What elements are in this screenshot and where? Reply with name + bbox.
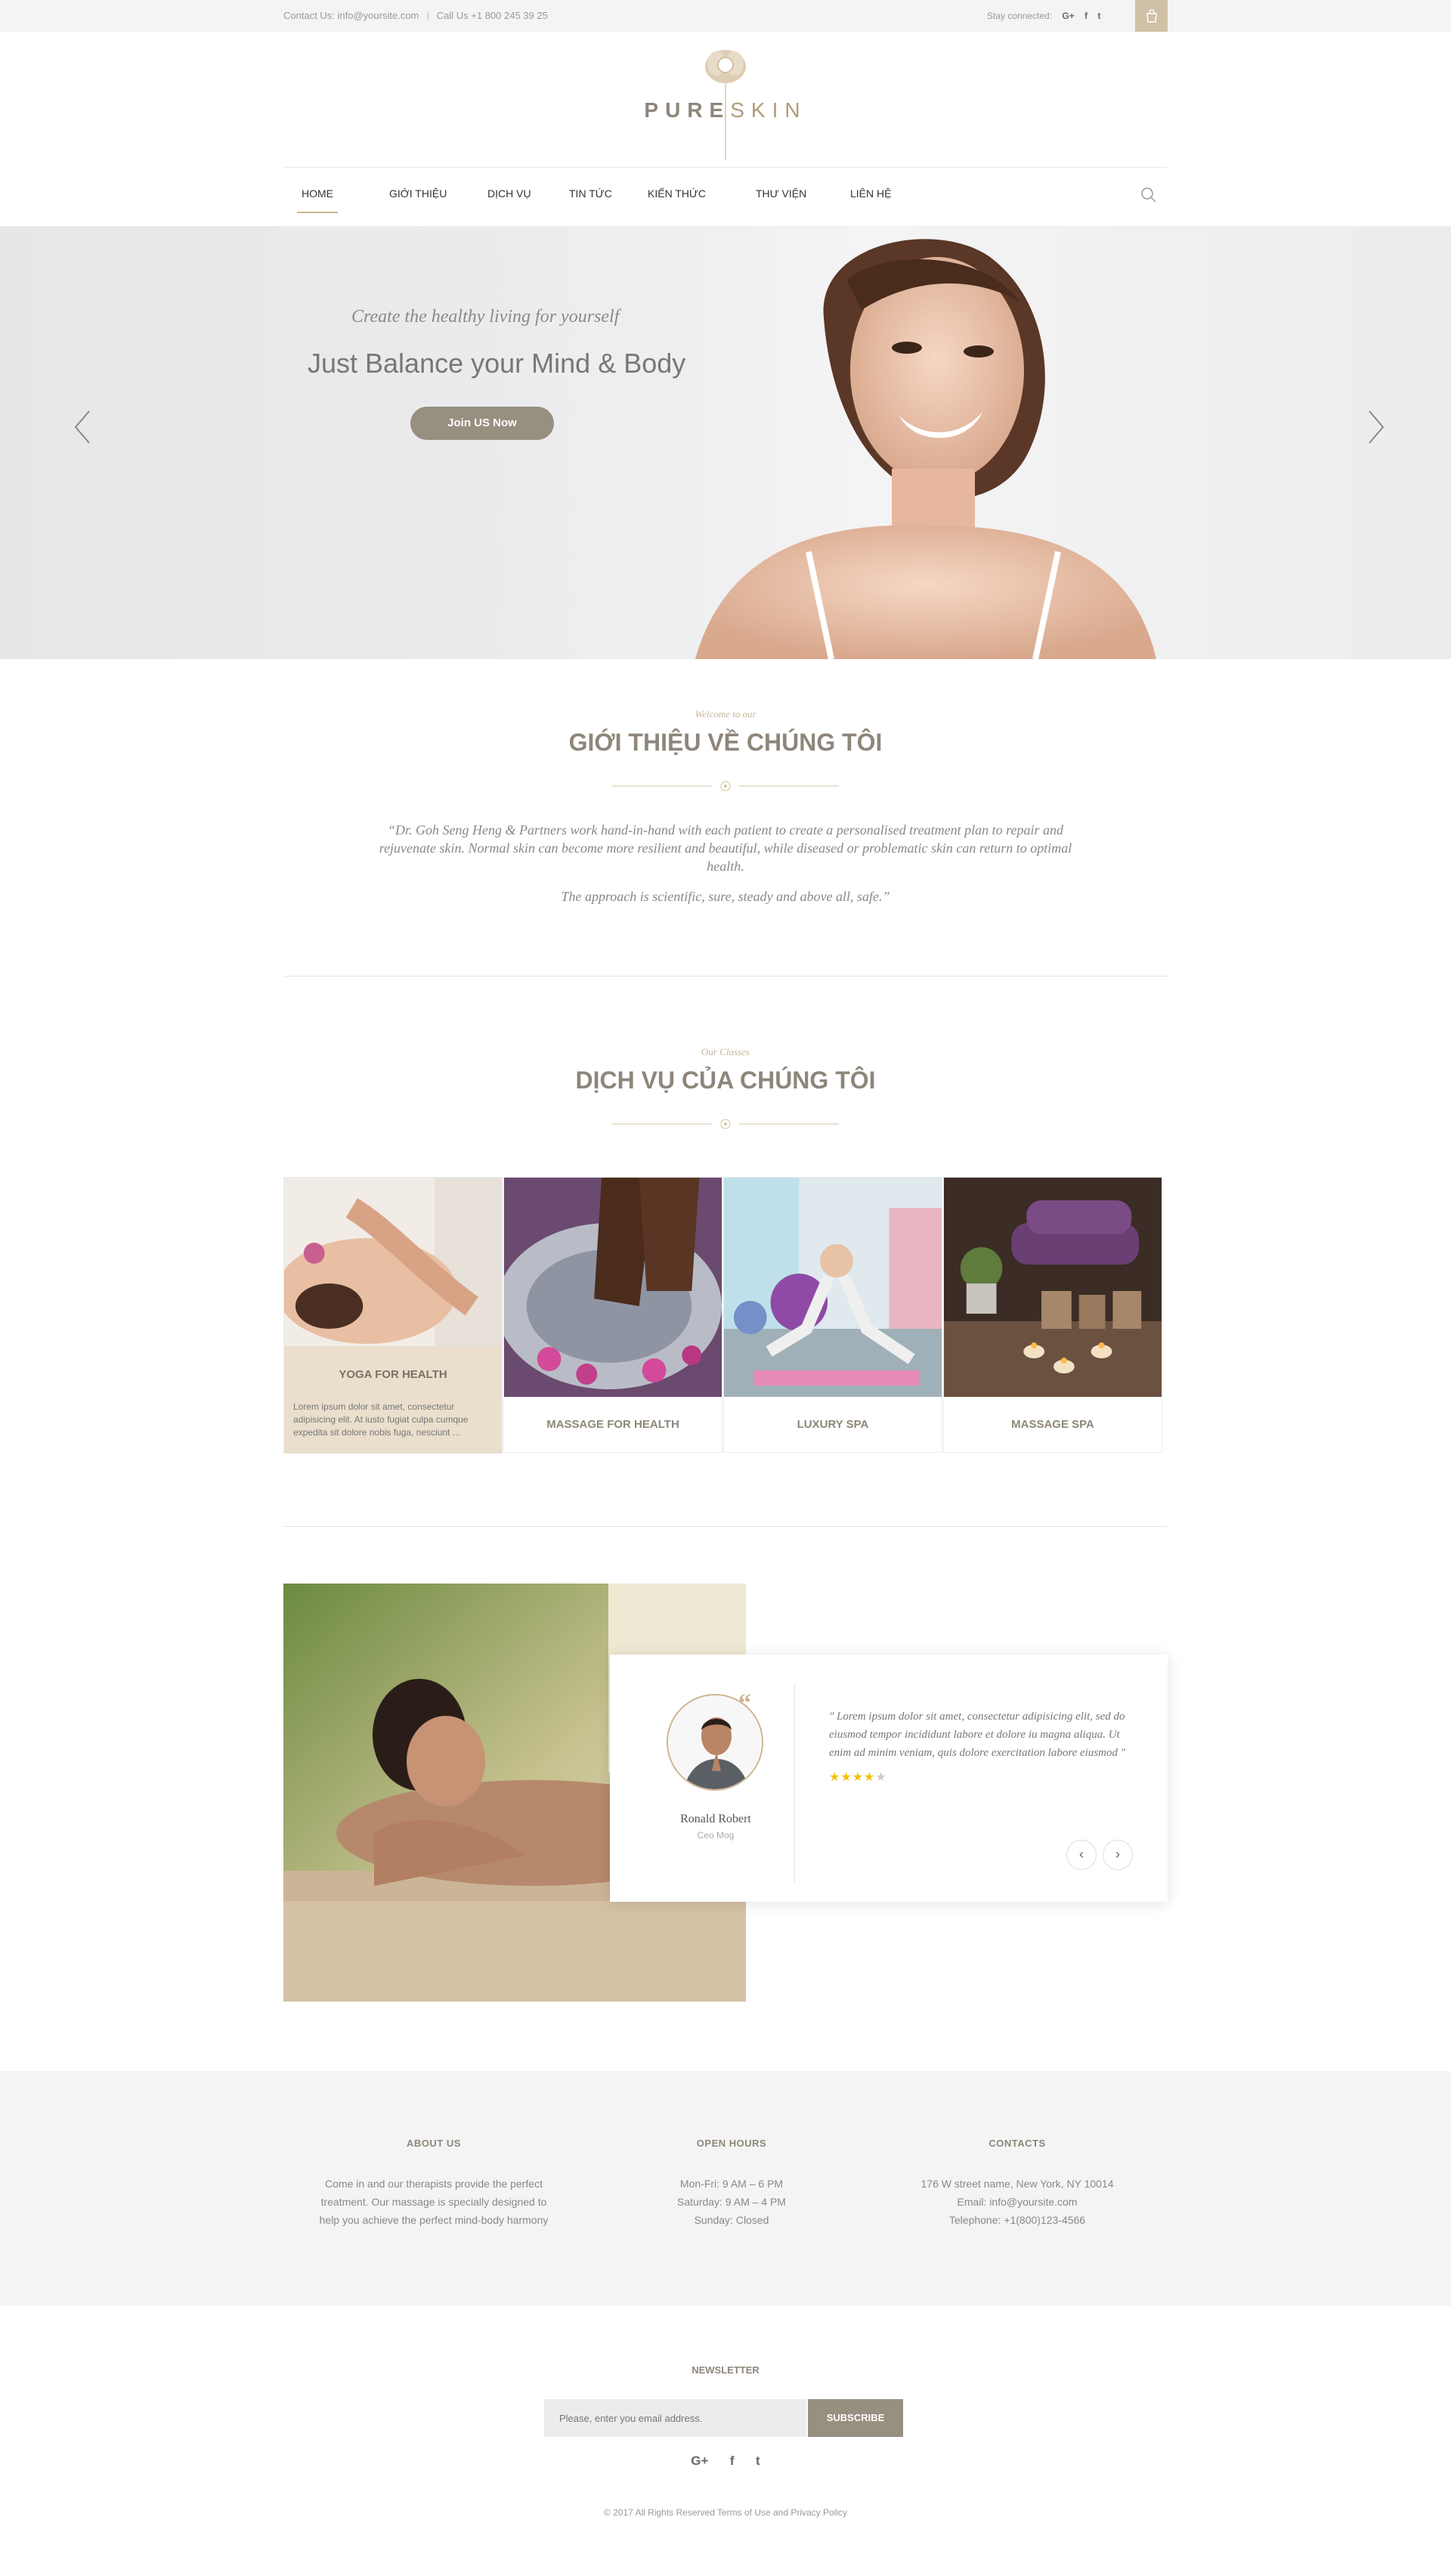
service-card-luxury-spa[interactable]: LUXURY SPA bbox=[723, 1177, 942, 1453]
rating-stars: ★★★★★ bbox=[829, 1769, 887, 1785]
nav-dich-vu[interactable]: DỊCH VỤ bbox=[487, 187, 531, 200]
section-divider bbox=[283, 976, 1168, 977]
star-empty-icon: ★ bbox=[875, 1771, 887, 1784]
footer-hours-line: Sunday: Closed bbox=[694, 2214, 769, 2226]
service-name: MASSAGE SPA bbox=[1011, 1418, 1094, 1431]
about-quote-2: The approach is scientific, sure, steady… bbox=[561, 889, 890, 904]
topbar-contact: Contact Us: info@yoursite.com | Call Us +1… bbox=[283, 10, 548, 21]
footer-about: ABOUT US Come in and our therapists prov… bbox=[305, 2138, 562, 2229]
newsletter-email-input[interactable] bbox=[544, 2399, 806, 2437]
contact-phone[interactable]: Call Us +1 800 245 39 25 bbox=[437, 10, 548, 21]
logo-skin: SKIN bbox=[730, 98, 807, 122]
about-title: GIỚI THIỆU VỀ CHÚNG TÔI bbox=[568, 729, 883, 756]
footer-info: ABOUT US Come in and our therapists prov… bbox=[0, 2071, 1451, 2305]
service-card-yoga[interactable]: YOGA FOR HEALTH Lorem ipsum dolor sit am… bbox=[283, 1177, 503, 1454]
contact-email[interactable]: Contact Us: info@yoursite.com bbox=[283, 10, 419, 21]
nav-lien-he[interactable]: LIÊN HỆ bbox=[850, 187, 891, 200]
testimonial-card: “ Ronald Robert Ceo Mog " Lorem ipsum do… bbox=[610, 1655, 1168, 1902]
footer-about-line: Come in and our therapists provide the p… bbox=[325, 2178, 543, 2190]
footer-hours: OPEN HOURS Mon-Fri: 9 AM – 6 PM Saturday… bbox=[603, 2138, 860, 2229]
chevron-right-icon: › bbox=[1115, 1847, 1120, 1862]
service-name: YOGA FOR HEALTH bbox=[339, 1368, 447, 1381]
star-filled-icon: ★ bbox=[852, 1771, 865, 1784]
nav-gioi-thieu[interactable]: GIỚI THIỆU bbox=[389, 187, 447, 200]
newsletter-title: NEWSLETTER bbox=[691, 2364, 760, 2376]
footer-email[interactable]: Email: info@yoursite.com bbox=[889, 2193, 1146, 2211]
twitter-icon[interactable]: t bbox=[756, 2454, 760, 2469]
quote-icon: “ bbox=[738, 1689, 751, 1717]
logo-pure: PURE bbox=[644, 98, 731, 122]
google-plus-icon[interactable]: G+ bbox=[691, 2454, 708, 2469]
facebook-icon[interactable]: f bbox=[1084, 0, 1087, 32]
reviewer-name: Ronald Robert bbox=[680, 1813, 751, 1825]
hero-title: Just Balance your Mind & Body bbox=[308, 348, 686, 379]
copyright: © 2017 All Rights Reserved Terms of Use … bbox=[603, 2507, 848, 2518]
testimonial-divider bbox=[794, 1685, 795, 1883]
footer-hours-line: Mon-Fri: 9 AM – 6 PM bbox=[679, 2178, 784, 2190]
testimonial-text: " Lorem ipsum dolor sit amet, consectetu… bbox=[829, 1711, 1126, 1759]
site-logo[interactable]: PURESKIN bbox=[0, 47, 1451, 160]
subscribe-button[interactable]: SUBSCRIBE bbox=[808, 2399, 903, 2437]
nav-home[interactable]: HOME bbox=[297, 187, 338, 213]
about-eyebrow: Welcome to our bbox=[695, 708, 756, 720]
chevron-right-icon[interactable] bbox=[1366, 408, 1386, 446]
shopping-bag-icon bbox=[1146, 9, 1157, 23]
footer-about-line: help you achieve the perfect mind-body h… bbox=[319, 2214, 549, 2226]
hero-slider: Create the healthy living for yourself J… bbox=[0, 227, 1451, 659]
top-bar: Contact Us: info@yoursite.com | Call Us +1… bbox=[0, 0, 1451, 32]
flower-divider-icon bbox=[612, 781, 839, 791]
star-filled-icon: ★ bbox=[829, 1771, 841, 1784]
footer-about-title: ABOUT US bbox=[407, 2138, 461, 2149]
next-testimonial-button[interactable]: › bbox=[1103, 1840, 1133, 1870]
footer-contacts-title: CONTACTS bbox=[988, 2138, 1046, 2149]
star-filled-icon: ★ bbox=[864, 1771, 876, 1784]
hero-woman-image bbox=[529, 227, 1179, 659]
hero-subtitle: Create the healthy living for yourself bbox=[351, 307, 620, 327]
service-luxury-spa-image bbox=[724, 1178, 942, 1397]
twitter-icon[interactable]: t bbox=[1097, 0, 1100, 32]
chevron-left-icon[interactable] bbox=[73, 408, 92, 446]
footer-hours-line: Saturday: 9 AM – 4 PM bbox=[677, 2196, 786, 2208]
footer-social: G+ f t bbox=[0, 2454, 1451, 2469]
footer-contacts: CONTACTS 176 W street name, New York, NY… bbox=[889, 2138, 1146, 2229]
service-card-massage-spa[interactable]: MASSAGE SPA bbox=[943, 1177, 1162, 1453]
search-icon[interactable] bbox=[1140, 186, 1158, 204]
flower-divider-icon bbox=[612, 1119, 839, 1129]
services-eyebrow: Our Classes bbox=[701, 1046, 750, 1057]
reviewer-role: Ceo Mog bbox=[697, 1830, 735, 1841]
chevron-left-icon: ‹ bbox=[1079, 1847, 1084, 1862]
cart-button[interactable] bbox=[1135, 0, 1168, 32]
nav-tin-tuc[interactable]: TIN TỨC bbox=[569, 187, 612, 200]
footer-hours-title: OPEN HOURS bbox=[696, 2138, 767, 2149]
nav-thu-vien[interactable]: THƯ VIỆN bbox=[756, 187, 806, 200]
logo-wordmark: PURESKIN bbox=[0, 98, 1451, 122]
nav-kien-thuc[interactable]: KIẾN THỨC bbox=[648, 187, 706, 200]
footer-telephone[interactable]: Telephone: +1(800)123-4566 bbox=[889, 2211, 1146, 2229]
footer-address: 176 W street name, New York, NY 10014 bbox=[920, 2178, 1114, 2190]
topbar-social: Stay connected: G+ f t bbox=[987, 0, 1100, 32]
service-desc: Lorem ipsum dolor sit amet, consectetur … bbox=[293, 1401, 469, 1438]
about-quote: “Dr. Goh Seng Heng & Partners work hand-… bbox=[379, 822, 1072, 874]
join-us-button[interactable]: Join US Now bbox=[410, 407, 554, 440]
google-plus-icon[interactable]: G+ bbox=[1062, 0, 1074, 32]
star-filled-icon: ★ bbox=[840, 1771, 852, 1784]
service-name: MASSAGE FOR HEALTH bbox=[546, 1418, 679, 1431]
stay-connected-label: Stay connected: bbox=[987, 11, 1053, 21]
main-nav: HOME GIỚI THIỆU DỊCH VỤ TIN TỨC KIẾN THỨ… bbox=[283, 167, 1168, 226]
prev-testimonial-button[interactable]: ‹ bbox=[1066, 1840, 1097, 1870]
facebook-icon[interactable]: f bbox=[730, 2454, 735, 2469]
footer-about-line: treatment. Our massage is specially desi… bbox=[320, 2196, 547, 2208]
service-name: LUXURY SPA bbox=[797, 1418, 869, 1431]
service-massage-spa-image bbox=[944, 1178, 1162, 1397]
service-card-massage-health[interactable]: MASSAGE FOR HEALTH bbox=[503, 1177, 722, 1453]
services-title: DỊCH VỤ CỦA CHÚNG TÔI bbox=[575, 1067, 876, 1094]
service-massage-health-image bbox=[504, 1178, 722, 1397]
section-divider bbox=[283, 1526, 1168, 1527]
